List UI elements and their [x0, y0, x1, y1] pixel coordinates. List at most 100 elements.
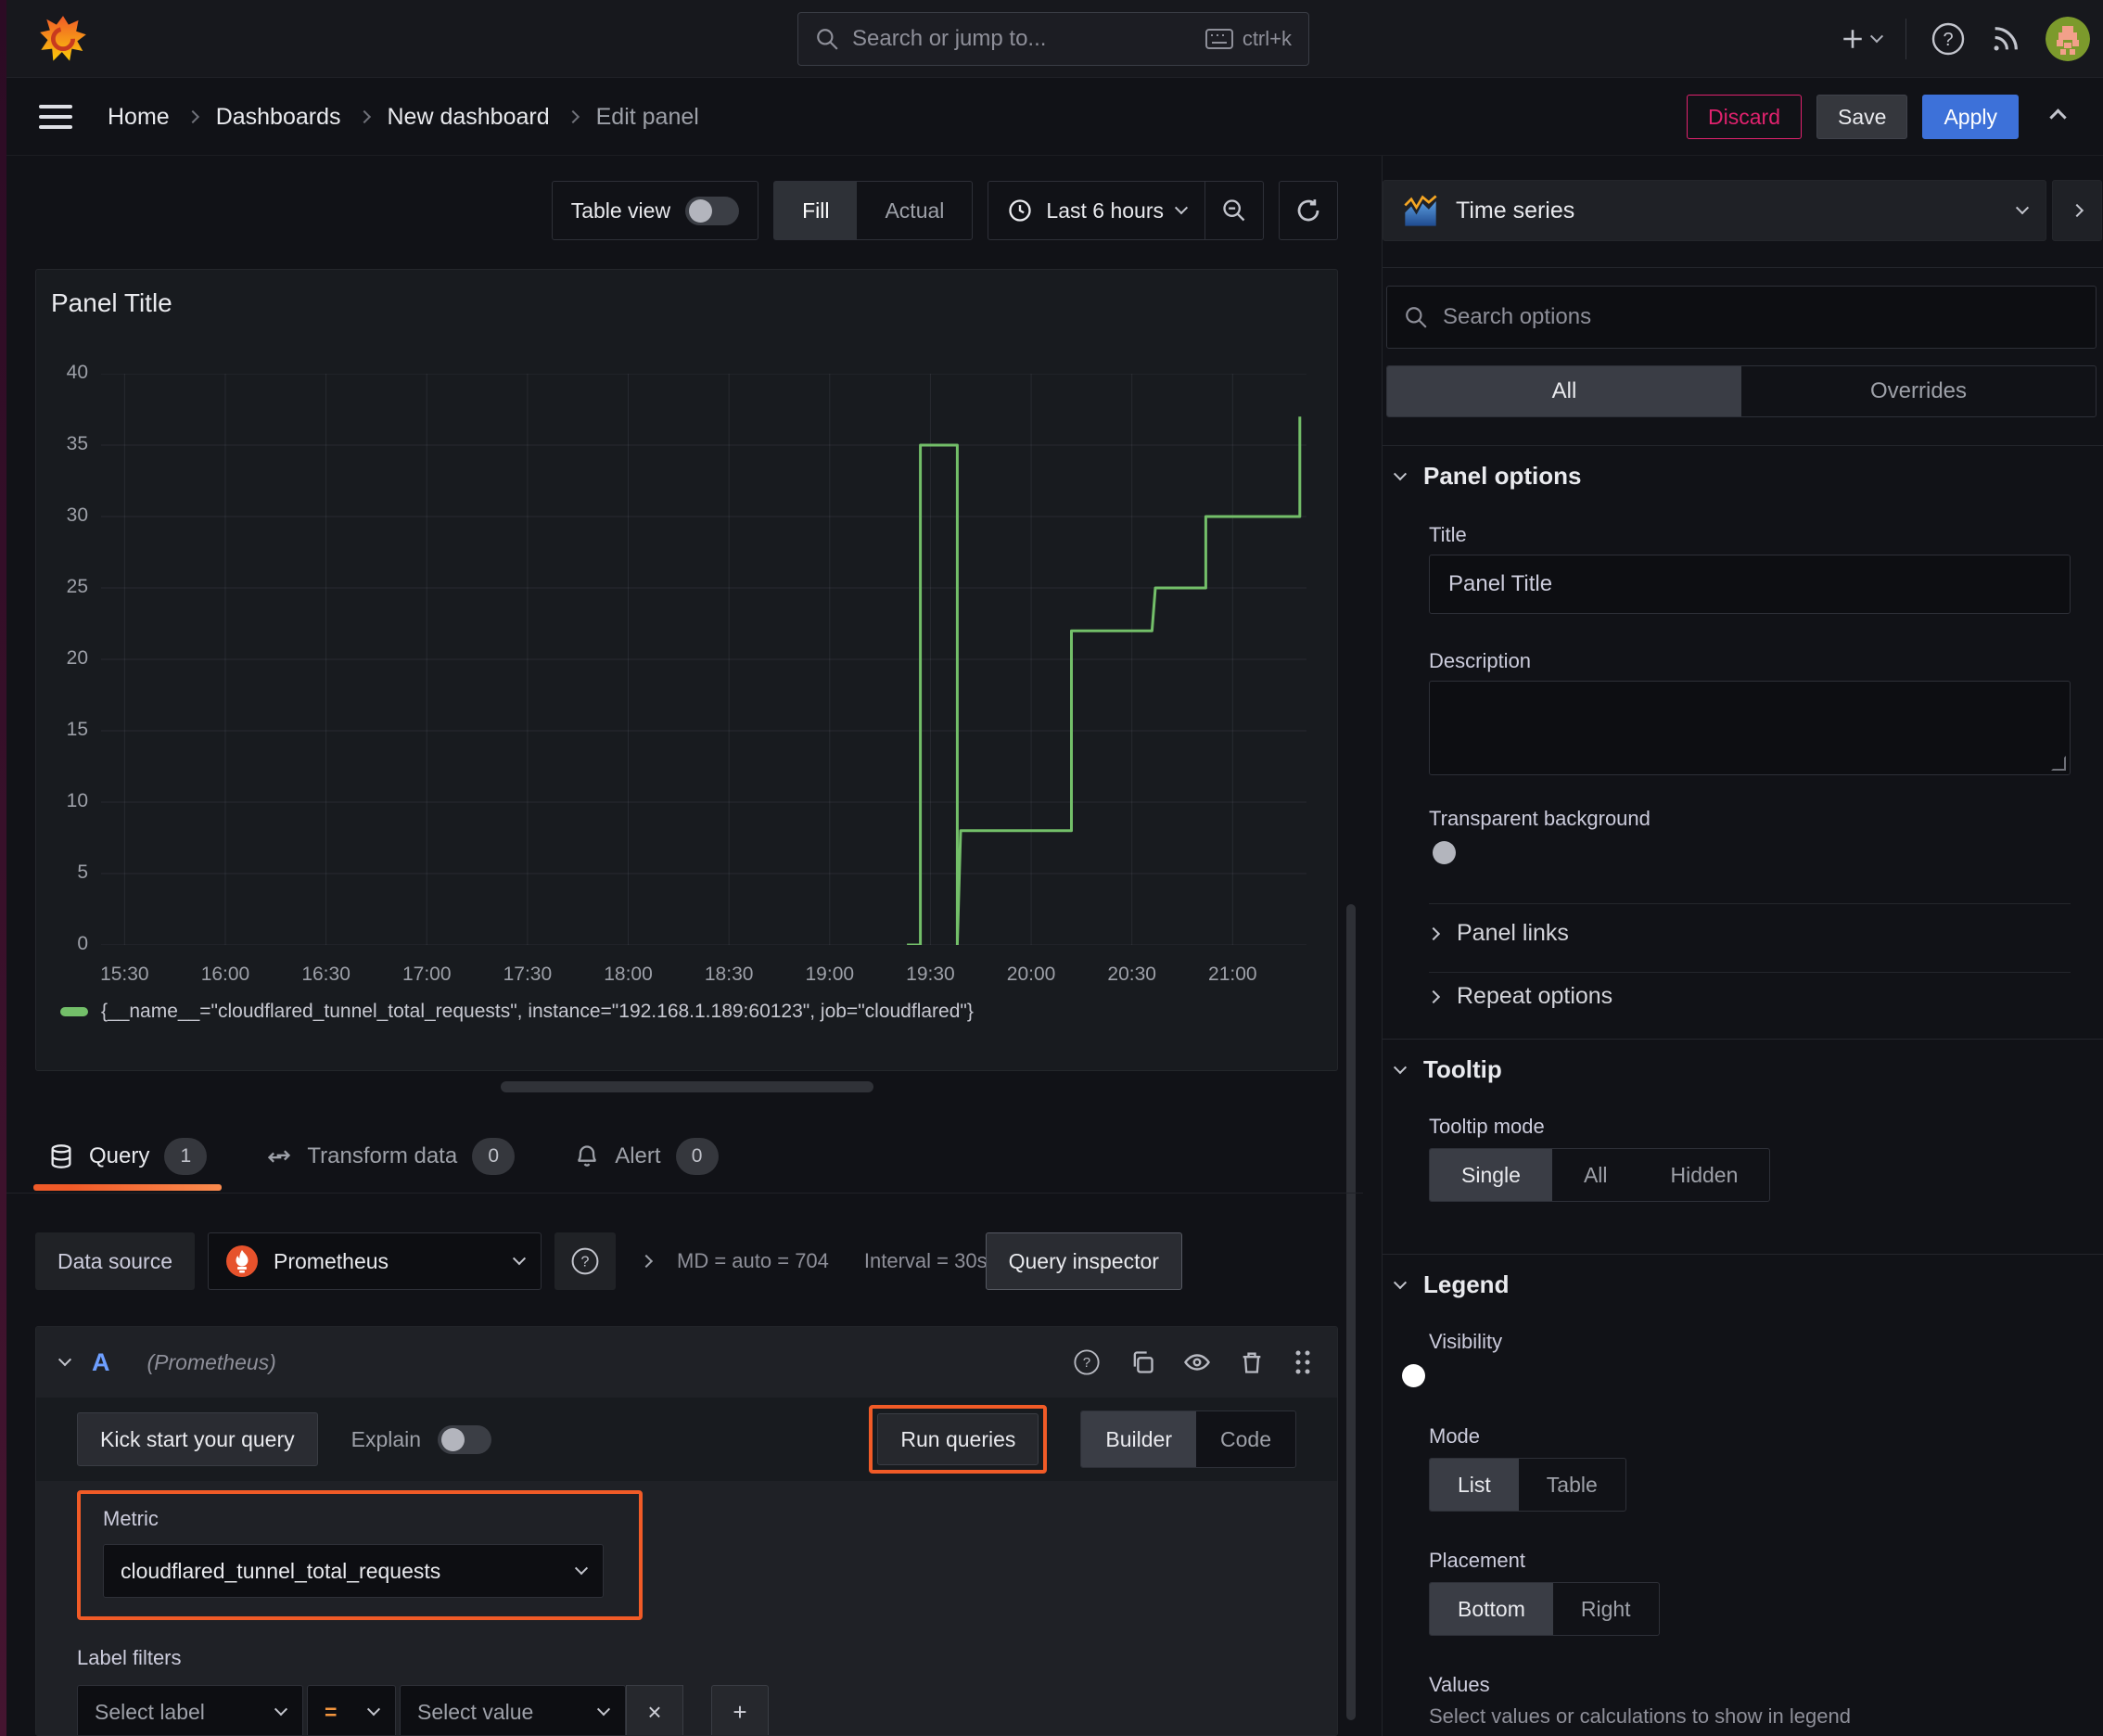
code-option[interactable]: Code — [1196, 1411, 1295, 1467]
visualization-picker[interactable]: Time series — [1383, 180, 2046, 241]
expand-stats-chevron[interactable] — [639, 1254, 654, 1269]
refresh-button[interactable] — [1279, 181, 1338, 240]
x-tick: 20:30 — [1107, 964, 1156, 985]
chevron-down-icon — [1869, 30, 1884, 44]
search-input[interactable] — [852, 26, 1192, 52]
alert-count-badge: 0 — [675, 1138, 719, 1175]
query-help-icon[interactable]: ? — [1072, 1347, 1102, 1377]
search-options-box[interactable] — [1386, 286, 2097, 349]
tab-alert[interactable]: Alert 0 — [574, 1120, 719, 1193]
vertical-scrollbar-thumb[interactable] — [1346, 904, 1356, 1720]
tab-query[interactable]: Query 1 — [32, 1120, 223, 1193]
tab-all[interactable]: All — [1387, 366, 1741, 416]
apply-button[interactable]: Apply — [1922, 95, 2019, 139]
chevron-right-icon — [357, 109, 371, 124]
svg-text:?: ? — [1943, 30, 1953, 50]
chevron-down-icon — [274, 1703, 288, 1717]
tooltip-mode-label: Tooltip mode — [1429, 1115, 1545, 1138]
news-rss-button[interactable] — [1990, 23, 2021, 55]
tooltip-section-header[interactable]: Tooltip — [1393, 1055, 1502, 1084]
datasource-help-button[interactable]: ? — [554, 1232, 617, 1290]
legend-mode-label: Mode — [1429, 1424, 1481, 1448]
collapse-options-pane-button[interactable] — [2049, 108, 2067, 126]
search-options-input[interactable] — [1443, 304, 2079, 330]
metric-select[interactable]: cloudflared_tunnel_total_requests — [103, 1544, 604, 1598]
menu-toggle-button[interactable] — [39, 105, 72, 129]
query-row-header[interactable]: A (Prometheus) ? — [36, 1327, 1337, 1398]
legend-mode-switch: List Table — [1429, 1458, 1626, 1512]
legend-placement-bottom[interactable]: Bottom — [1430, 1583, 1553, 1635]
explain-control: Explain — [351, 1424, 492, 1454]
tab-overrides[interactable]: Overrides — [1741, 366, 2096, 416]
table-view-toggle[interactable] — [685, 196, 740, 225]
description-textarea[interactable] — [1429, 681, 2071, 775]
query-inspector-button[interactable]: Query inspector — [985, 1232, 1182, 1290]
horizontal-scrollbar-thumb[interactable] — [501, 1081, 873, 1092]
bell-icon — [574, 1143, 600, 1169]
tabs-divider — [0, 1193, 1363, 1194]
breadcrumb-new-dashboard[interactable]: New dashboard — [388, 104, 550, 131]
breadcrumb-dashboards[interactable]: Dashboards — [216, 104, 341, 131]
zoom-out-time-button[interactable] — [1205, 182, 1263, 239]
collapse-query-chevron[interactable] — [57, 1353, 72, 1367]
metric-label: Metric — [103, 1507, 159, 1530]
panel-title-input[interactable] — [1429, 555, 2071, 614]
drag-handle-grip-icon[interactable] — [1293, 1348, 1313, 1376]
legend-mode-table[interactable]: Table — [1519, 1459, 1625, 1511]
operator-dropdown[interactable]: = — [307, 1685, 396, 1735]
fill-option[interactable]: Fill — [774, 182, 858, 239]
panel-edit-toolbar: Table view Fill Actual Last 6 hours — [0, 180, 1338, 241]
legend-mode-list[interactable]: List — [1430, 1459, 1519, 1511]
hide-response-eye-icon[interactable] — [1183, 1348, 1211, 1376]
legend-placement-switch: Bottom Right — [1429, 1582, 1660, 1636]
x-tick: 18:00 — [604, 964, 653, 985]
chart-legend-item[interactable]: {__name__="cloudflared_tunnel_total_requ… — [60, 1001, 974, 1023]
repeat-options-section-header[interactable]: Repeat options — [1426, 983, 1612, 1010]
breadcrumb-home[interactable]: Home — [108, 104, 170, 131]
label-filter-row: Select label = Select value × + — [77, 1685, 1296, 1735]
remove-filter-button[interactable]: × — [626, 1685, 683, 1735]
tooltip-mode-hidden[interactable]: Hidden — [1639, 1149, 1770, 1201]
duplicate-query-icon[interactable] — [1129, 1349, 1155, 1375]
transform-count-badge: 0 — [472, 1138, 516, 1175]
grafana-logo-icon[interactable] — [39, 15, 87, 63]
y-tick: 25 — [66, 576, 88, 597]
legend-section-header[interactable]: Legend — [1393, 1270, 1509, 1299]
actual-option[interactable]: Actual — [857, 182, 972, 239]
resize-grip-icon[interactable] — [2051, 756, 2066, 771]
chart-panel[interactable]: Panel Title 0 5 10 15 20 25 30 35 40 15:30 16:00 1… — [35, 269, 1338, 1071]
help-button[interactable]: ? — [1931, 21, 1966, 57]
discard-button[interactable]: Discard — [1687, 95, 1803, 139]
tab-transform-data[interactable]: Transform data 0 — [266, 1120, 516, 1193]
panel-links-section-header[interactable]: Panel links — [1426, 920, 1569, 947]
select-value-dropdown[interactable]: Select value — [400, 1685, 626, 1735]
y-tick: 10 — [66, 790, 88, 811]
query-editor-card: A (Prometheus) ? Kick start your query E… — [35, 1326, 1338, 1736]
kick-start-query-button[interactable]: Kick start your query — [77, 1412, 318, 1466]
tooltip-mode-all[interactable]: All — [1552, 1149, 1639, 1201]
explain-toggle[interactable] — [438, 1424, 492, 1454]
builder-option[interactable]: Builder — [1081, 1411, 1197, 1467]
x-tick: 19:30 — [906, 964, 955, 985]
y-tick: 5 — [77, 862, 88, 883]
y-tick: 20 — [66, 647, 88, 669]
tooltip-mode-single[interactable]: Single — [1430, 1149, 1552, 1201]
time-range-picker[interactable]: Last 6 hours — [988, 182, 1204, 239]
legend-placement-right[interactable]: Right — [1553, 1583, 1659, 1635]
save-button[interactable]: Save — [1816, 95, 1908, 139]
add-new-button[interactable] — [1841, 27, 1884, 51]
panel-options-section-header[interactable]: Panel options — [1393, 462, 1581, 491]
x-tick: 16:30 — [301, 964, 350, 985]
select-label-dropdown[interactable]: Select label — [77, 1685, 303, 1735]
global-search[interactable]: ctrl+k — [797, 12, 1309, 66]
datasource-label: Data source — [35, 1232, 196, 1290]
user-avatar[interactable] — [2046, 17, 2090, 61]
time-series-chart[interactable] — [101, 374, 1306, 945]
datasource-picker[interactable]: Prometheus — [208, 1232, 542, 1290]
delete-query-trash-icon[interactable] — [1239, 1349, 1265, 1375]
toggle-viz-suggestions-button[interactable] — [2052, 180, 2102, 241]
run-queries-button[interactable]: Run queries — [877, 1413, 1039, 1465]
add-filter-button[interactable]: + — [711, 1685, 769, 1735]
query-ref-id: A — [92, 1347, 110, 1376]
prometheus-icon — [225, 1245, 259, 1278]
